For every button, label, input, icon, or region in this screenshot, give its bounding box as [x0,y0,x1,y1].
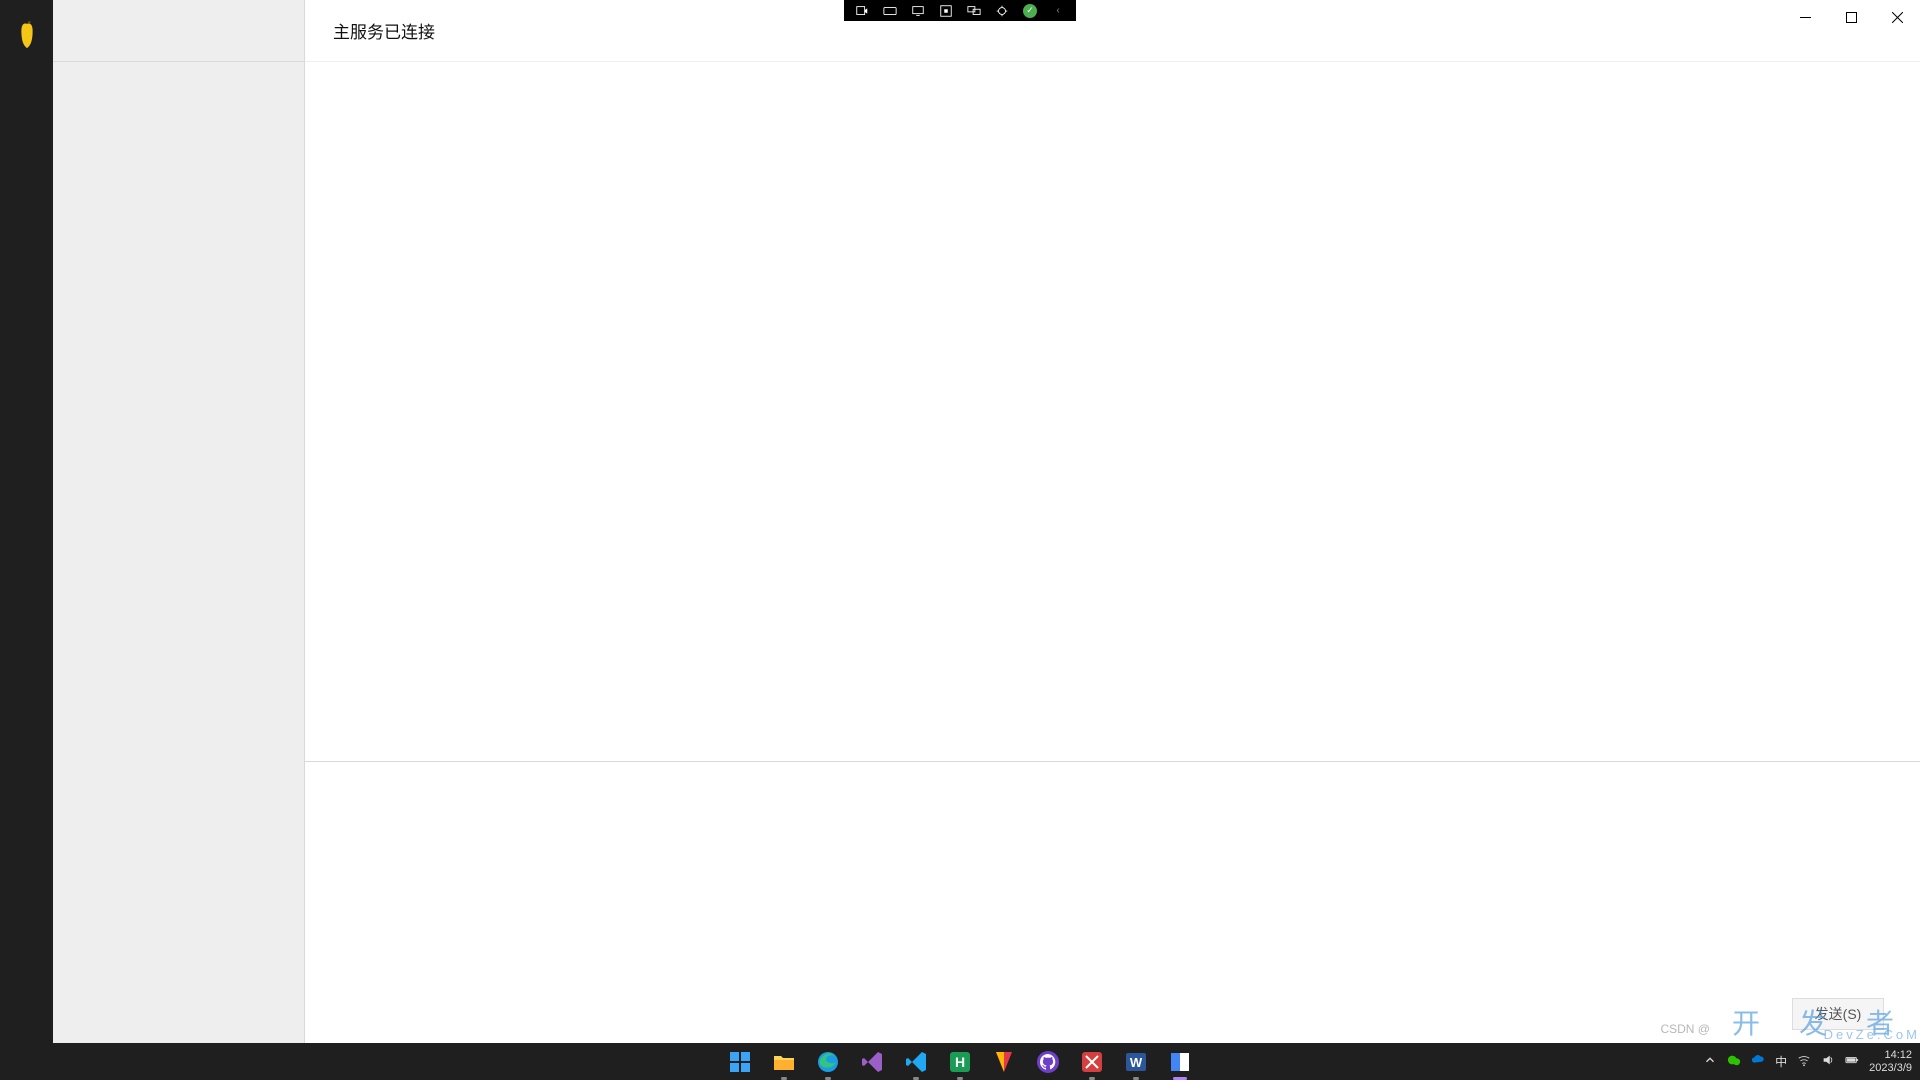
start-button[interactable] [722,1044,758,1080]
xshell-icon[interactable] [1074,1044,1110,1080]
tray-chevron-icon[interactable] [1703,1053,1717,1070]
csdn-watermark: CSDN @ [1660,1022,1710,1036]
time-text: 14:12 [1869,1049,1912,1062]
svg-text:H: H [955,1054,965,1070]
vscode-icon[interactable] [898,1044,934,1080]
system-tray: 中 14:12 2023/3/9 [1703,1043,1912,1080]
file-explorer-icon[interactable] [766,1044,802,1080]
taskbar: H W 中 14:12 2023/3/9 [0,1043,1920,1080]
chat-area: 主服务已连接 [305,0,1920,761]
conversation-list [53,0,305,1043]
github-desktop-icon[interactable] [1030,1044,1066,1080]
bandicam-icon[interactable] [986,1044,1022,1080]
current-app-icon[interactable] [1162,1044,1198,1080]
send-button[interactable]: 发送(S) [1792,998,1884,1030]
onedrive-tray-icon[interactable] [1751,1053,1765,1070]
ime-indicator[interactable]: 中 [1775,1053,1787,1070]
clock[interactable]: 14:12 2023/3/9 [1869,1049,1912,1075]
compose-area[interactable]: 发送(S) [305,761,1920,1043]
date-text: 2023/3/9 [1869,1062,1912,1075]
taskbar-apps: H W [722,1043,1198,1080]
chat-title: 主服务已连接 [305,0,1920,62]
svg-text:W: W [1130,1055,1143,1070]
wechat-tray-icon[interactable] [1727,1053,1741,1070]
hbuilder-icon[interactable]: H [942,1044,978,1080]
word-icon[interactable]: W [1118,1044,1154,1080]
app-window: ✓ ‹ 主服务已连接 发送(S) [0,0,1920,1043]
volume-icon[interactable] [1821,1053,1835,1070]
list-header [53,0,304,62]
visual-studio-icon[interactable] [854,1044,890,1080]
battery-icon[interactable] [1845,1053,1859,1070]
edge-icon[interactable] [810,1044,846,1080]
side-rail [0,0,53,1043]
avatar[interactable] [12,20,42,50]
wifi-icon[interactable] [1797,1053,1811,1070]
